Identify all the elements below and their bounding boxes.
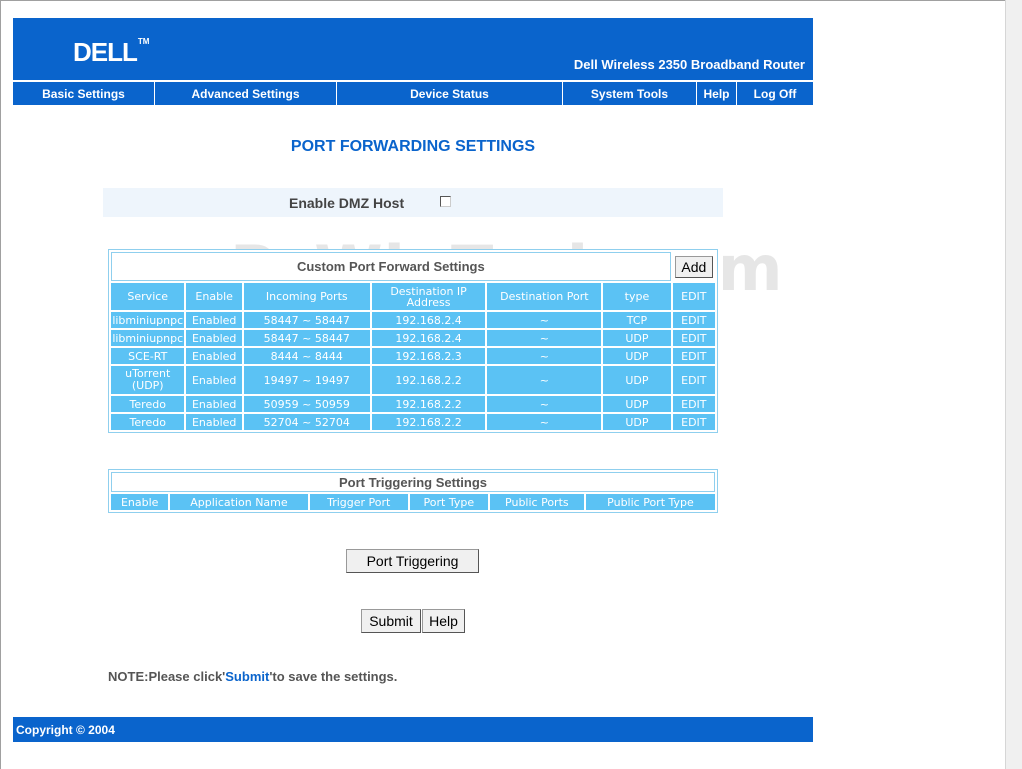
port-triggering-button[interactable]: Port Triggering — [346, 549, 479, 573]
table-cell: UDP — [603, 414, 671, 430]
edit-link[interactable]: EDIT — [672, 312, 715, 328]
table-cell: 192.168.2.2 — [371, 414, 486, 430]
table-cell: ~ — [487, 348, 602, 364]
table-row: libminiupnpc Enabled 58447 ~ 58447 192.168.… — [111, 330, 715, 346]
port-trigger-title: Port Triggering Settings — [111, 472, 715, 492]
table-row: SCE-RT Enabled 8444 ~ 8444 192.168.2.3 ~ UDP E… — [111, 348, 715, 364]
add-cell: Add — [672, 252, 715, 281]
table-cell: Enabled — [186, 348, 242, 364]
table-cell: 192.168.2.4 — [371, 330, 486, 346]
table-cell: UDP — [603, 366, 671, 394]
nav-help[interactable]: Help — [697, 82, 737, 105]
table-cell: 58447 ~ 58447 — [243, 330, 370, 346]
table-cell: SCE-RT — [111, 348, 185, 364]
nav-log-off[interactable]: Log Off — [737, 82, 813, 105]
port-forward-title: Custom Port Forward Settings — [111, 252, 671, 281]
page-title: PORT FORWARDING SETTINGS — [290, 138, 536, 155]
header-banner: DELLTM Dell Wireless 2350 Broadband Rout… — [13, 18, 813, 80]
pt-col-header: Enable — [111, 494, 169, 510]
table-row: uTorrent (UDP) Enabled 19497 ~ 19497 192.16… — [111, 366, 715, 394]
nav-device-status[interactable]: Device Status — [337, 82, 563, 105]
edit-link[interactable]: EDIT — [672, 330, 715, 346]
help-button[interactable]: Help — [422, 609, 465, 633]
table-cell: libminiupnpc — [111, 312, 185, 328]
dmz-checkbox[interactable] — [440, 196, 451, 207]
note-text: NOTE:Please click'Submit'to save the set… — [108, 669, 398, 684]
table-cell: 192.168.2.2 — [371, 396, 486, 412]
submit-button[interactable]: Submit — [361, 609, 421, 633]
port-trigger-table: Port Triggering Settings Enable Applicati… — [108, 469, 718, 513]
dmz-label: Enable DMZ Host — [289, 194, 405, 211]
table-cell: 8444 ~ 8444 — [243, 348, 370, 364]
pf-col-header: Service — [111, 283, 185, 310]
table-cell: Teredo — [111, 414, 185, 430]
table-cell: 50959 ~ 50959 — [243, 396, 370, 412]
edit-link[interactable]: EDIT — [672, 348, 715, 364]
table-cell: Enabled — [186, 414, 242, 430]
pf-col-header: Enable — [186, 283, 242, 310]
table-cell: ~ — [487, 312, 602, 328]
table-cell: Teredo — [111, 396, 185, 412]
table-cell: Enabled — [186, 312, 242, 328]
table-cell: 19497 ~ 19497 — [243, 366, 370, 394]
table-cell: 192.168.2.4 — [371, 312, 486, 328]
table-row: libminiupnpc Enabled 58447 ~ 58447 192.168.… — [111, 312, 715, 328]
table-cell: TCP — [603, 312, 671, 328]
table-row: Teredo Enabled 52704 ~ 52704 192.168.2.2 ~ UD… — [111, 414, 715, 430]
product-name: Dell Wireless 2350 Broadband Router — [573, 57, 805, 72]
table-cell: Enabled — [186, 366, 242, 394]
pt-col-header: Trigger Port — [309, 494, 408, 510]
table-cell: 192.168.2.3 — [371, 348, 486, 364]
vertical-scrollbar[interactable] — [1005, 0, 1022, 769]
add-button[interactable]: Add — [674, 255, 713, 278]
edit-link[interactable]: EDIT — [672, 396, 715, 412]
edit-link[interactable]: EDIT — [672, 414, 715, 430]
edit-link[interactable]: EDIT — [672, 366, 715, 394]
table-cell: 192.168.2.2 — [371, 366, 486, 394]
table-cell: libminiupnpc — [111, 330, 185, 346]
table-cell: UDP — [603, 396, 671, 412]
dell-logo: DELLTM — [73, 37, 150, 67]
table-cell: ~ — [487, 414, 602, 430]
footer: Copyright © 2004 — [13, 717, 813, 742]
pf-col-header: type — [603, 283, 671, 310]
main-nav: Basic Settings Advanced Settings Device … — [13, 81, 813, 105]
pt-col-header: Port Type — [409, 494, 488, 510]
pf-col-header: Destination IP Address — [371, 283, 486, 310]
table-cell: UDP — [603, 330, 671, 346]
pf-col-header: Destination Port — [487, 283, 602, 310]
table-cell: ~ — [487, 330, 602, 346]
pt-col-header: Public Ports — [489, 494, 584, 510]
table-cell: uTorrent (UDP) — [111, 366, 185, 394]
table-cell: 58447 ~ 58447 — [243, 312, 370, 328]
table-cell: UDP — [603, 348, 671, 364]
port-forward-table: Custom Port Forward Settings Add Service… — [108, 249, 718, 433]
nav-advanced-settings[interactable]: Advanced Settings — [155, 82, 337, 105]
pt-col-header: Public Port Type — [585, 494, 715, 510]
note-submit-highlight: Submit — [225, 669, 270, 684]
nav-system-tools[interactable]: System Tools — [563, 82, 697, 105]
pt-col-header: Application Name — [170, 494, 308, 510]
table-row: Teredo Enabled 50959 ~ 50959 192.168.2.2 ~ UD… — [111, 396, 715, 412]
table-cell: ~ — [487, 366, 602, 394]
pf-col-header: EDIT — [672, 283, 715, 310]
pf-col-header: Incoming Ports — [243, 283, 370, 310]
table-cell: Enabled — [186, 330, 242, 346]
table-cell: ~ — [487, 396, 602, 412]
table-cell: Enabled — [186, 396, 242, 412]
nav-basic-settings[interactable]: Basic Settings — [13, 82, 155, 105]
table-cell: 52704 ~ 52704 — [243, 414, 370, 430]
dmz-row: Enable DMZ Host — [103, 188, 723, 217]
